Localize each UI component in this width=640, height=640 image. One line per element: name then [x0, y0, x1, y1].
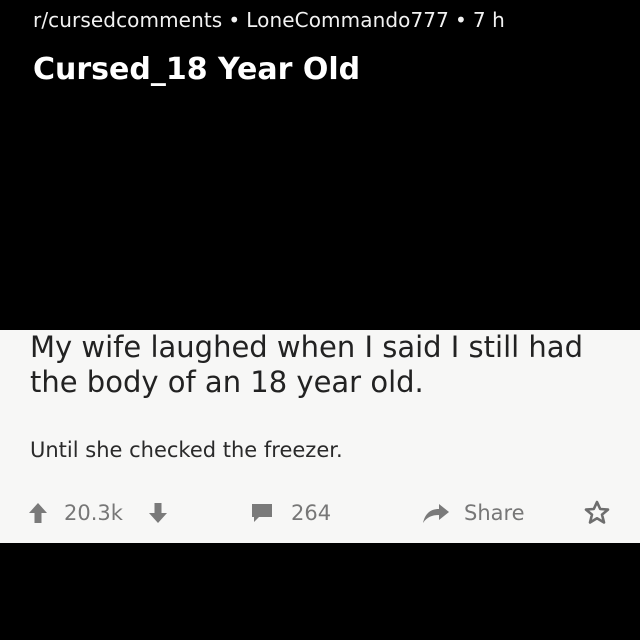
comment-line-2: the body of an 18 year old.	[30, 365, 424, 399]
arrow-up-icon	[28, 502, 48, 524]
share-arrow-icon	[422, 502, 450, 524]
post-title: Cursed_18 Year Old	[33, 52, 361, 87]
action-bar: 20.3k 264 Share	[0, 495, 640, 531]
meta-separator: •	[228, 8, 241, 32]
upvote-button[interactable]	[28, 495, 48, 531]
meta-separator: •	[454, 8, 467, 32]
subreddit-link[interactable]: r/cursedcomments	[33, 8, 222, 32]
comment-body: My wife laughed when I said I still had …	[30, 330, 620, 400]
post-header: r/cursedcomments • LoneCommando777 • 7 h Cur…	[0, 0, 640, 330]
award-icon	[584, 500, 610, 526]
share-button[interactable]: Share	[422, 495, 525, 531]
comment-line-1: My wife laughed when I said I still had	[30, 330, 583, 364]
downvote-button[interactable]	[148, 495, 168, 531]
arrow-down-icon	[148, 502, 168, 524]
post-meta: r/cursedcomments • LoneCommando777 • 7 h	[33, 8, 505, 32]
comment-count: 264	[291, 501, 332, 525]
author-link[interactable]: LoneCommando777	[246, 8, 449, 32]
post-age: 7 h	[472, 8, 505, 32]
comment-bubble-icon	[250, 502, 274, 524]
comment-screenshot: My wife laughed when I said I still had …	[0, 330, 640, 543]
award-button[interactable]	[584, 495, 610, 531]
bottom-bar	[0, 543, 640, 640]
share-label: Share	[464, 501, 525, 525]
comments-button[interactable]: 264	[250, 495, 331, 531]
comment-punchline: Until she checked the freezer.	[30, 438, 343, 462]
score-count: 20.3k	[64, 501, 123, 525]
